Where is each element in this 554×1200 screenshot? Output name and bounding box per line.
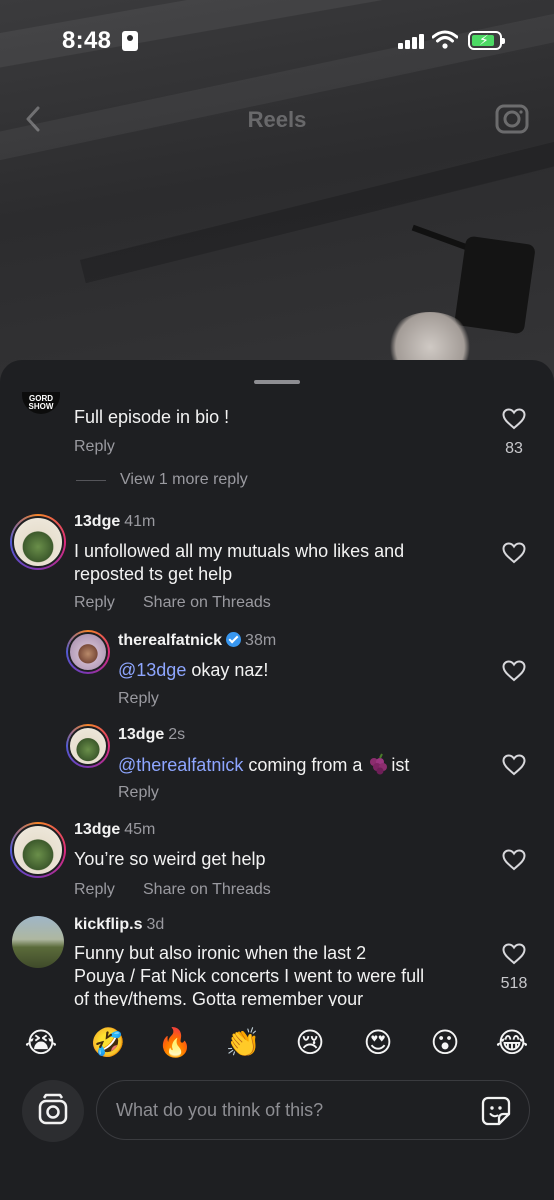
comment-author[interactable]: therealfatnick 38m — [118, 632, 276, 650]
heart-icon[interactable] — [502, 660, 526, 682]
share-on-threads-button[interactable]: Share on Threads — [143, 881, 271, 899]
reply-button[interactable]: Reply — [74, 594, 115, 612]
divider — [76, 480, 106, 481]
avatar[interactable] — [10, 514, 66, 570]
avatar[interactable] — [10, 822, 66, 878]
avatar[interactable] — [66, 630, 110, 674]
comment-text: @13dge okay naz! — [118, 660, 269, 680]
comment-author[interactable]: 13dge 41m — [74, 513, 155, 531]
focus-mode-icon — [122, 31, 138, 51]
grape-emoji-icon — [370, 753, 388, 775]
mention-link: @13dge — [118, 660, 187, 680]
reply-button[interactable]: Reply — [74, 881, 115, 899]
status-time: 8:48 — [62, 27, 112, 54]
emoji-button-joy[interactable]: 😂 — [494, 1025, 530, 1061]
comment-text: Full episode in bio ! — [74, 407, 230, 427]
camera-button[interactable] — [22, 1080, 84, 1142]
reply-button[interactable]: Reply — [118, 690, 159, 708]
comment-time: 2s — [168, 726, 186, 743]
avatar[interactable] — [66, 724, 110, 768]
comment-text: I unfollowed all my mutuals who likes an… — [74, 541, 405, 561]
like-count: 83 — [505, 440, 523, 457]
sticker-icon[interactable] — [480, 1095, 512, 1127]
status-bar: 8:48 ⚡ — [0, 0, 554, 80]
verified-badge-icon — [226, 632, 242, 647]
wifi-icon — [432, 30, 458, 49]
camera-icon — [38, 1093, 68, 1125]
emoji-button-rofl[interactable]: 🤣 — [90, 1025, 126, 1061]
battery-icon: ⚡ — [468, 31, 505, 50]
comment-author[interactable]: 13dge 2s — [118, 726, 185, 744]
heart-icon[interactable] — [502, 943, 526, 965]
camera-rig — [454, 235, 536, 335]
avatar[interactable] — [12, 916, 64, 968]
emoji-button-loudly-crying[interactable]: 😭 — [23, 1025, 59, 1061]
camera-icon[interactable] — [494, 100, 530, 136]
heart-icon[interactable] — [502, 754, 526, 776]
comments-sheet: GORD SHOW Full episode in bio ! Reply 83 … — [0, 360, 554, 1200]
emoji-quick-bar: 😭 🤣 🔥 👏 😢 😍 😮 😂 — [0, 1025, 554, 1063]
share-on-threads-button[interactable]: Share on Threads — [143, 594, 271, 612]
comment-time: 45m — [124, 821, 156, 838]
comment-text: @therealfatnick coming from a ist — [118, 753, 410, 775]
cellular-signal-icon — [398, 33, 424, 49]
comment-text: of they/thems. Gotta remember your — [74, 989, 364, 1006]
comment-text: Funny but also ironic when the last 2 — [74, 943, 367, 963]
comment-text: reposted ts get help — [74, 564, 233, 584]
emoji-button-heart-eyes[interactable]: 😍 — [360, 1025, 396, 1061]
comments-list[interactable]: GORD SHOW Full episode in bio ! Reply 83 … — [0, 390, 554, 1006]
heart-icon[interactable] — [502, 408, 526, 430]
sheet-grabber[interactable] — [254, 380, 300, 384]
mention-link: @therealfatnick — [118, 755, 244, 775]
emoji-button-surprised[interactable]: 😮 — [427, 1025, 463, 1061]
heart-icon[interactable] — [502, 542, 526, 564]
page-title: Reels — [247, 107, 307, 132]
avatar[interactable]: GORD SHOW — [22, 392, 60, 414]
heart-icon[interactable] — [502, 849, 526, 871]
emoji-button-fire[interactable]: 🔥 — [157, 1025, 193, 1061]
comment-time: 41m — [124, 513, 156, 530]
like-count: 518 — [500, 975, 528, 992]
comment-time: 3d — [146, 916, 165, 933]
reply-button[interactable]: Reply — [118, 784, 159, 802]
view-more-replies-button[interactable]: View 1 more reply — [120, 471, 248, 489]
emoji-button-crying[interactable]: 😢 — [292, 1025, 328, 1061]
emoji-button-clap[interactable]: 👏 — [225, 1025, 261, 1061]
comment-input-placeholder: What do you think of this? — [116, 1100, 324, 1120]
reply-button[interactable]: Reply — [74, 438, 115, 456]
comment-author[interactable]: kickflip.s 3d — [74, 916, 164, 934]
comment-author[interactable]: 13dge 45m — [74, 821, 155, 839]
comment-input[interactable]: What do you think of this? — [96, 1080, 530, 1140]
comment-text: Pouya / Fat Nick concerts I went to were… — [74, 966, 425, 986]
comment-time: 38m — [245, 632, 277, 649]
comment-text: You’re so weird get help — [74, 849, 266, 869]
